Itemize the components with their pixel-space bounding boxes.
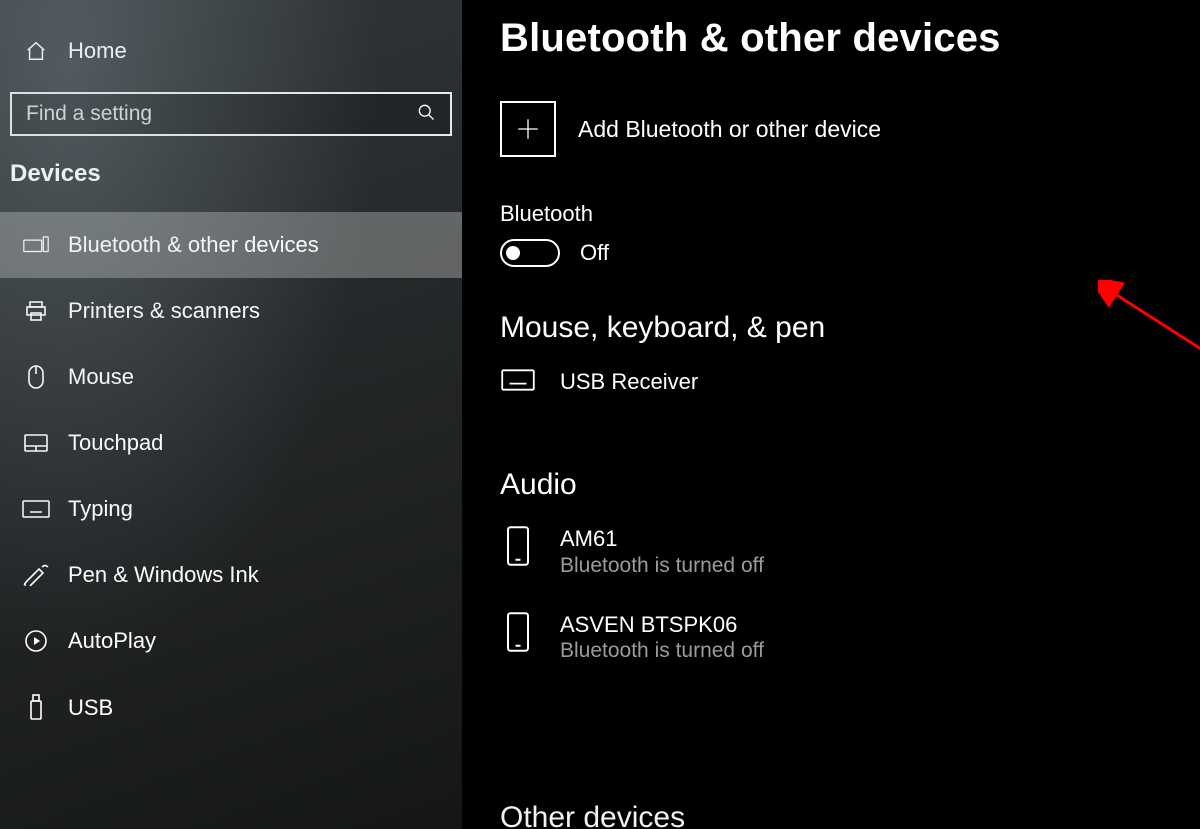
sidebar-item-label: Mouse: [68, 364, 134, 390]
sidebar-item-label: Pen & Windows Ink: [68, 562, 259, 588]
sidebar-item-printers[interactable]: Printers & scanners: [0, 278, 462, 344]
add-device-button[interactable]: Add Bluetooth or other device: [500, 101, 1164, 157]
device-status: Bluetooth is turned off: [560, 639, 764, 663]
keyboard-icon: [500, 369, 536, 391]
sidebar-item-typing[interactable]: Typing: [0, 476, 462, 542]
home-icon: [22, 40, 50, 62]
printer-icon: [22, 299, 50, 323]
device-name: ASVEN BTSPK06: [560, 612, 764, 637]
sidebar-section-label: Devices: [0, 160, 462, 212]
sidebar-item-usb[interactable]: USB: [0, 674, 462, 742]
device-status: Bluetooth is turned off: [560, 554, 764, 578]
device-row[interactable]: ASVEN BTSPK06 Bluetooth is turned off: [500, 606, 1164, 691]
sidebar-item-label: Typing: [68, 496, 133, 522]
nav-home[interactable]: Home: [0, 30, 462, 92]
phone-icon: [500, 526, 536, 566]
sidebar-item-pen[interactable]: Pen & Windows Ink: [0, 542, 462, 608]
sidebar-item-label: AutoPlay: [68, 628, 156, 654]
plus-icon: [500, 101, 556, 157]
sidebar-item-touchpad[interactable]: Touchpad: [0, 410, 462, 476]
sidebar-item-label: Touchpad: [68, 430, 163, 456]
search-icon: [416, 102, 436, 127]
phone-icon: [500, 612, 536, 652]
add-device-label: Add Bluetooth or other device: [578, 116, 881, 143]
sidebar-item-autoplay[interactable]: AutoPlay: [0, 608, 462, 674]
sidebar-item-label: Bluetooth & other devices: [68, 232, 319, 258]
pen-icon: [22, 564, 50, 586]
sidebar-item-label: USB: [68, 695, 113, 721]
device-name: AM61: [560, 526, 764, 551]
sidebar-item-mouse[interactable]: Mouse: [0, 344, 462, 410]
usb-icon: [22, 694, 50, 722]
sidebar-item-label: Printers & scanners: [68, 298, 260, 324]
search-input[interactable]: [26, 102, 416, 126]
bluetooth-group-label: Bluetooth: [500, 201, 1164, 227]
sidebar-item-bluetooth[interactable]: Bluetooth & other devices: [0, 212, 462, 278]
section-heading-other: Other devices: [500, 801, 685, 829]
device-row[interactable]: AM61 Bluetooth is turned off: [500, 520, 1164, 605]
bluetooth-toggle[interactable]: [500, 239, 560, 267]
touchpad-icon: [22, 433, 50, 453]
device-row[interactable]: USB Receiver: [500, 363, 1164, 422]
settings-sidebar: Home Devices Bluetooth & o: [0, 0, 462, 829]
page-title: Bluetooth & other devices: [500, 16, 1164, 61]
keyboard-icon: [22, 500, 50, 518]
devices-icon: [22, 235, 50, 255]
section-heading-mkp: Mouse, keyboard, & pen: [500, 311, 1164, 345]
mouse-icon: [22, 364, 50, 390]
settings-main: Bluetooth & other devices Add Bluetooth …: [462, 0, 1200, 829]
autoplay-icon: [22, 629, 50, 653]
section-heading-audio: Audio: [500, 468, 1164, 502]
device-name: USB Receiver: [560, 369, 698, 394]
nav-home-label: Home: [68, 38, 127, 64]
bluetooth-state-label: Off: [580, 240, 609, 266]
search-box[interactable]: [10, 92, 452, 136]
